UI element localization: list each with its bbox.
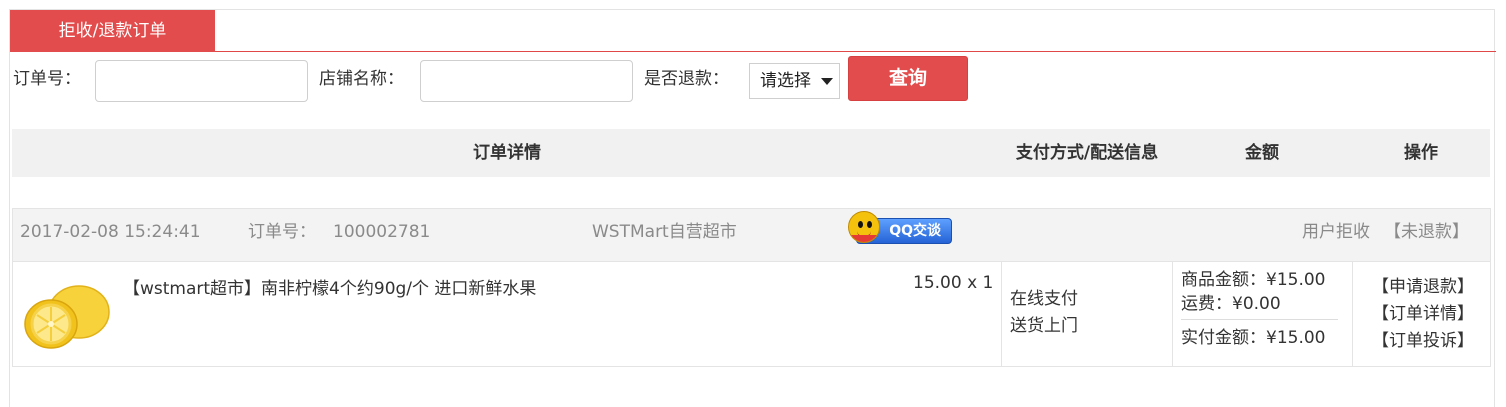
- order-no-label-2: 订单号：: [248, 222, 316, 242]
- header-operation: 操作: [1404, 143, 1438, 163]
- refund-orders-panel: 拒收/退款订单 订单号： 店铺名称： 是否退款： 请选择 查询 订单详情 支付方…: [9, 9, 1496, 407]
- order-complaint-link[interactable]: 【订单投诉】: [1360, 328, 1486, 355]
- payment-method: 在线支付: [1010, 289, 1078, 309]
- order-time: 2017-02-08 15:24:41: [20, 222, 201, 242]
- order-no: 100002781: [333, 222, 431, 242]
- delivery-method: 送货上门: [1010, 316, 1078, 336]
- order-detail-link[interactable]: 【订单详情】: [1360, 301, 1486, 328]
- qq-chat-button[interactable]: QQ交谈: [848, 211, 954, 245]
- apply-refund-link[interactable]: 【申请退款】: [1360, 274, 1486, 301]
- order-operations: 【申请退款】 【订单详情】 【订单投诉】: [1360, 274, 1486, 355]
- shop-name: WSTMart自营超市: [592, 222, 737, 242]
- shop-name-input[interactable]: [420, 60, 633, 102]
- qq-penguin-icon: [848, 211, 880, 243]
- query-button[interactable]: 查询: [848, 56, 968, 101]
- amount-info: 商品金额：¥15.00 运费：¥0.00 实付金额：¥15.00: [1181, 268, 1338, 350]
- goods-price-qty: 15.00 x 1: [913, 273, 994, 293]
- header-detail: 订单详情: [473, 143, 541, 163]
- tab-refund-orders[interactable]: 拒收/退款订单: [10, 10, 215, 52]
- order-header-row: 2017-02-08 15:24:41 订单号： 100002781 WSTMa…: [13, 209, 1490, 262]
- order-goods-row: 【wstmart超市】南非柠檬4个约90g/个 进口新鲜水果 15.00 x 1…: [13, 262, 1490, 366]
- lemon-product-image[interactable]: [21, 274, 113, 358]
- goods-amount: 商品金额：¥15.00: [1181, 270, 1326, 290]
- order-card: 2017-02-08 15:24:41 订单号： 100002781 WSTMa…: [12, 208, 1491, 367]
- refund-status-badge: 【未退款】: [1384, 222, 1469, 242]
- refund-select-value: 请选择: [760, 71, 811, 91]
- paid-amount: 实付金额：¥15.00: [1181, 328, 1326, 348]
- chevron-down-icon: [821, 78, 833, 85]
- amount-divider: [1181, 319, 1338, 320]
- order-no-label: 订单号：: [13, 69, 81, 89]
- table-header: 订单详情 支付方式/配送信息 金额 操作: [12, 129, 1490, 177]
- payment-delivery-info: 在线支付 送货上门: [1010, 286, 1078, 340]
- header-amount: 金额: [1245, 143, 1279, 163]
- tab-bar: 拒收/退款订单: [10, 10, 1496, 52]
- shop-name-label: 店铺名称：: [319, 69, 404, 89]
- refund-label: 是否退款：: [644, 69, 729, 89]
- freight-amount: 运费：¥0.00: [1181, 294, 1281, 314]
- refund-select[interactable]: 请选择: [749, 63, 840, 99]
- order-no-input[interactable]: [95, 60, 308, 102]
- header-pay-delivery: 支付方式/配送信息: [1015, 143, 1159, 163]
- goods-name-link[interactable]: 【wstmart超市】南非柠檬4个约90g/个 进口新鲜水果: [123, 276, 536, 302]
- order-status: 用户拒收: [1302, 222, 1370, 242]
